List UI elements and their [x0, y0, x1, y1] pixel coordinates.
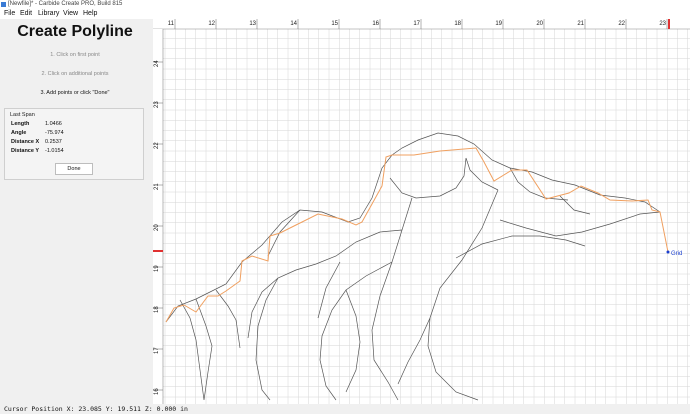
cursor-position-text: Cursor Position X: 23.085 Y: 19.511 Z: 0… [4, 405, 188, 413]
last-span-heading: Last Span [10, 112, 35, 118]
x-tick-label: 13 [249, 21, 256, 27]
x-tick-label: 22 [618, 21, 625, 27]
done-button[interactable]: Done [55, 163, 93, 175]
menu-file[interactable]: File [4, 9, 15, 19]
x-tick-label: 16 [372, 21, 379, 27]
y-tick-label: 16 [154, 388, 160, 395]
x-tick-label: 20 [536, 21, 543, 27]
y-tick-label: 23 [154, 101, 160, 108]
x-tick-label: 23 [659, 21, 666, 27]
top-ruler [153, 19, 690, 29]
y-tick-label: 20 [154, 224, 160, 231]
menu-edit[interactable]: Edit [20, 9, 32, 19]
menu-view[interactable]: View [63, 9, 78, 19]
y-tick-label: 24 [154, 60, 160, 67]
y-tick-label: 21 [154, 183, 160, 190]
window-title: [Newfile]* - Carbide Create PRO, Build 8… [8, 1, 123, 7]
distance-y-value: -1.0154 [45, 148, 64, 154]
x-tick-label: 15 [331, 21, 338, 27]
tool-panel: Create Polyline 1. Click on first point … [0, 19, 150, 404]
title-bar: [Newfile]* - Carbide Create PRO, Build 8… [0, 0, 690, 9]
y-tick-label: 17 [154, 347, 160, 354]
length-value: 1.0466 [45, 121, 62, 127]
x-tick-label: 18 [454, 21, 461, 27]
x-tick-label: 21 [577, 21, 584, 27]
y-cursor-marker [153, 250, 163, 252]
x-tick-label: 19 [495, 21, 502, 27]
x-tick-label: 14 [290, 21, 297, 27]
drawing-canvas[interactable]: 11 12 13 14 15 16 17 18 19 20 21 22 23 24 23 22 21 20 19 1… [153, 19, 690, 404]
canvas-svg[interactable]: 11 12 13 14 15 16 17 18 19 20 21 22 23 24 23 22 21 20 19 1… [153, 19, 690, 404]
angle-value: -75.974 [45, 130, 64, 136]
distance-x-value: 0.2537 [45, 139, 62, 145]
menu-bar: File Edit Library View Help [0, 9, 690, 19]
y-tick-label: 19 [154, 265, 160, 272]
app-icon [1, 2, 6, 7]
step-3: 3. Add points or click "Done" [40, 90, 110, 96]
x-tick-label: 17 [413, 21, 420, 27]
step-2: 2. Click on additional points [41, 71, 109, 77]
status-bar: Cursor Position X: 23.085 Y: 19.511 Z: 0… [0, 404, 690, 414]
x-tick-label: 12 [208, 21, 215, 27]
step-1: 1. Click on first point [50, 52, 100, 58]
snap-point [666, 250, 670, 254]
x-cursor-marker [668, 19, 670, 29]
panel-title: Create Polyline [17, 23, 133, 40]
y-tick-label: 18 [154, 306, 160, 313]
y-tick-label: 22 [154, 142, 160, 149]
x-tick-label: 11 [168, 21, 175, 27]
snap-label: Grid [671, 251, 682, 257]
menu-help[interactable]: Help [83, 9, 97, 19]
menu-library[interactable]: Library [38, 9, 59, 19]
